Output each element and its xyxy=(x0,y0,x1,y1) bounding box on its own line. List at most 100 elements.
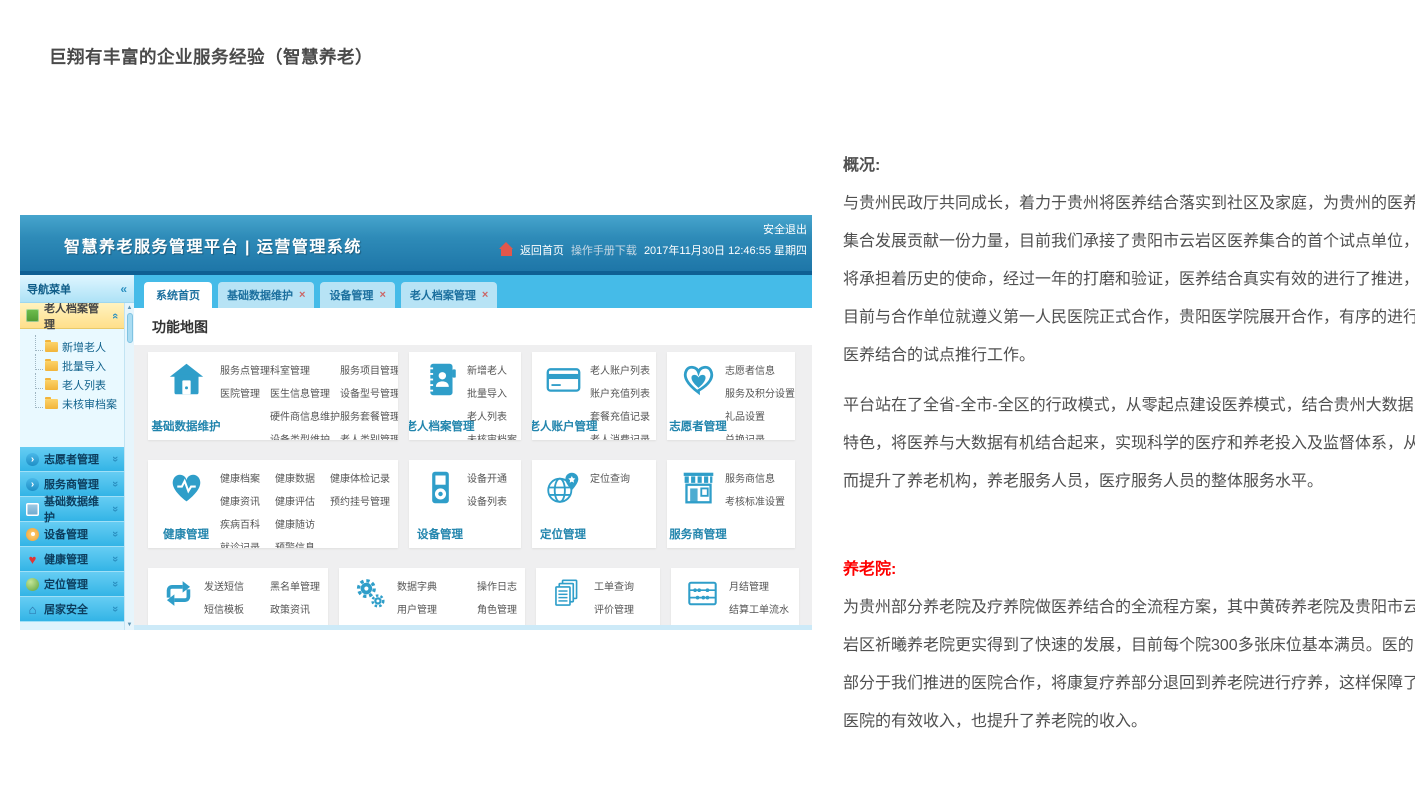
module-link[interactable]: 健康数据 xyxy=(275,470,315,485)
tab-2[interactable]: 设备管理× xyxy=(320,282,394,308)
module-link[interactable]: 知识库管理 xyxy=(204,624,254,630)
module-title[interactable]: 志愿者管理 xyxy=(669,418,727,434)
module-title[interactable]: 基础数据维护 xyxy=(152,418,221,434)
sidebar-item[interactable]: 健康管理» xyxy=(20,547,124,572)
module-link[interactable]: 健康体检记录 xyxy=(330,470,390,485)
sidebar-subitem[interactable]: 未核审档案 xyxy=(35,394,124,413)
sidebar-item-expanded[interactable]: 老人档案管理« xyxy=(20,303,124,329)
module-link[interactable]: 健康资讯 xyxy=(220,493,260,508)
module-link[interactable]: 预约挂号管理 xyxy=(330,493,390,508)
module-link[interactable]: 健康档案 xyxy=(220,470,260,485)
module-link[interactable]: 就诊记录 xyxy=(220,539,260,548)
module-link[interactable]: 老人账户列表 xyxy=(590,362,650,377)
module-link[interactable]: 新增老人 xyxy=(467,362,517,377)
module-link[interactable]: 服务点管理 xyxy=(220,362,270,377)
module-link[interactable]: 定位查询 xyxy=(590,470,630,485)
module-link[interactable]: 政策资讯 xyxy=(270,601,320,616)
close-icon[interactable]: × xyxy=(482,290,488,301)
module-link[interactable]: 投诉管理 xyxy=(594,624,634,630)
sidebar-item[interactable]: 基础数据维护» xyxy=(20,497,124,522)
module-link[interactable]: 数据字典 xyxy=(397,578,457,593)
module-link[interactable]: 账户充值列表 xyxy=(590,385,650,400)
module-link[interactable]: 老人类别管理 xyxy=(340,431,398,440)
section-title: 功能地图 xyxy=(134,308,812,345)
sidebar-subitem[interactable]: 批量导入 xyxy=(35,356,124,375)
module-link[interactable]: 结算工单流水 xyxy=(729,601,789,616)
sidebar-item[interactable]: 设备管理» xyxy=(20,522,124,547)
sidebar-item-label: 志愿者管理 xyxy=(44,451,99,467)
sidebar-item[interactable]: 居家安全» xyxy=(20,597,124,622)
link-column: 工单查询评价管理投诉管理 xyxy=(594,578,634,625)
module-link[interactable]: 老人账号管理 xyxy=(397,624,457,630)
sidebar-scrollbar[interactable]: ▲ ▼ xyxy=(124,303,134,630)
module-link[interactable]: 礼品设置 xyxy=(725,408,795,423)
page: { "page": { "heading": "巨翔有丰富的企业服务经验（智慧养… xyxy=(0,0,1415,792)
module-link[interactable]: 疾病百科 xyxy=(220,516,260,531)
sidebar-subitem[interactable]: 新增老人 xyxy=(35,337,124,356)
module-title[interactable]: 服务商管理 xyxy=(669,526,727,542)
module-link[interactable]: 服务商信息 xyxy=(725,470,785,485)
close-icon[interactable]: × xyxy=(299,290,305,301)
sidebar-subitem[interactable]: 老人列表 xyxy=(35,375,124,394)
sidebar-item[interactable]: 志愿者管理» xyxy=(20,447,124,472)
card-links: 月结管理结算工单流水 xyxy=(727,574,795,625)
sidebar-item[interactable]: 定位管理» xyxy=(20,572,124,597)
module-title[interactable]: 定位管理 xyxy=(540,526,586,542)
module-link[interactable]: 设备型号管理 xyxy=(340,385,398,400)
module-link[interactable]: 月结管理 xyxy=(729,578,789,593)
module-link[interactable]: 医院管理 xyxy=(220,385,270,400)
logout-link[interactable]: 安全退出 xyxy=(763,221,807,237)
module-link[interactable]: 工单查询 xyxy=(594,578,634,593)
module-link[interactable]: 服务套餐管理 xyxy=(340,408,398,423)
module-title[interactable]: 设备管理 xyxy=(417,526,463,542)
link-column: 发送短信短信模板知识库管理 xyxy=(204,578,254,625)
module-link[interactable]: 批量导入 xyxy=(467,385,517,400)
module-link[interactable]: 套餐充值记录 xyxy=(590,408,650,423)
module-link[interactable]: 黑名单管理 xyxy=(270,578,320,593)
module-link[interactable]: 设备开通 xyxy=(467,470,507,485)
module-link[interactable]: 老人列表 xyxy=(467,408,517,423)
scroll-down-arrow-icon[interactable]: ▼ xyxy=(127,622,133,628)
card-icon-col xyxy=(542,574,592,625)
module-link[interactable]: 硬件商信息维护 xyxy=(270,408,340,423)
close-icon[interactable]: × xyxy=(379,290,385,301)
tab-3[interactable]: 老人档案管理 × xyxy=(401,282,497,308)
module-link[interactable]: 发送短信 xyxy=(204,578,254,593)
tab-1[interactable]: 基础数据维护× xyxy=(218,282,314,308)
module-card: 设备管理 设备开通设备列表 xyxy=(409,460,521,548)
module-link[interactable]: 预警信息 xyxy=(275,539,315,548)
nursing-home-paragraph: 为贵州部分养老院及疗养院做医养结合的全流程方案，其中黄砖养老院及贵阳市云岩区祈曦… xyxy=(843,589,1415,741)
module-link[interactable]: 评价管理 xyxy=(594,601,634,616)
module-card: 工单查询评价管理投诉管理 xyxy=(536,568,660,630)
module-link[interactable]: 设备列表 xyxy=(467,493,507,508)
tab-label: 老人档案管理 xyxy=(410,287,476,303)
module-link[interactable]: 老人消费记录 xyxy=(590,431,650,440)
module-link[interactable]: 角色管理 xyxy=(477,601,517,616)
module-title[interactable]: 健康管理 xyxy=(163,526,209,542)
module-link[interactable]: 用户管理 xyxy=(397,601,457,616)
module-link[interactable]: 健康随访 xyxy=(275,516,315,531)
module-link[interactable]: 健康评估 xyxy=(275,493,315,508)
module-link[interactable]: 志愿者信息 xyxy=(725,362,795,377)
module-link[interactable]: 短信模板 xyxy=(204,601,254,616)
scrollbar-thumb[interactable] xyxy=(127,313,133,343)
manual-download-link[interactable]: 操作手册下载 xyxy=(571,242,637,258)
module-link[interactable]: 操作日志 xyxy=(477,578,517,593)
module-link[interactable]: 设备类型维护 xyxy=(270,431,340,440)
module-link[interactable]: 发送记录 xyxy=(270,624,320,630)
module-link[interactable]: 兑换记录 xyxy=(725,431,795,440)
module-link[interactable]: 服务项目管理 xyxy=(340,362,398,377)
collapse-sidebar-icon[interactable]: « xyxy=(120,282,127,296)
module-link[interactable]: 考核标准设置 xyxy=(725,493,785,508)
card-links: 服务点管理医院管理科室管理医生信息管理硬件商信息维护设备类型维护服务项目管理设备… xyxy=(218,358,398,435)
module-link[interactable]: 科室管理 xyxy=(270,362,340,377)
sidebar-subitem-label: 老人列表 xyxy=(62,377,106,393)
card-icon-col xyxy=(154,574,202,625)
tab-0[interactable]: 系统首页 xyxy=(144,282,212,308)
home-link[interactable]: 返回首页 xyxy=(520,242,564,258)
module-link[interactable]: 医生信息管理 xyxy=(270,385,340,400)
link-column: 定位查询 xyxy=(590,470,630,543)
module-link[interactable]: 服务及积分设置 xyxy=(725,385,795,400)
scroll-up-arrow-icon[interactable]: ▲ xyxy=(127,305,133,311)
module-link[interactable]: 未核审档案 xyxy=(467,431,517,440)
